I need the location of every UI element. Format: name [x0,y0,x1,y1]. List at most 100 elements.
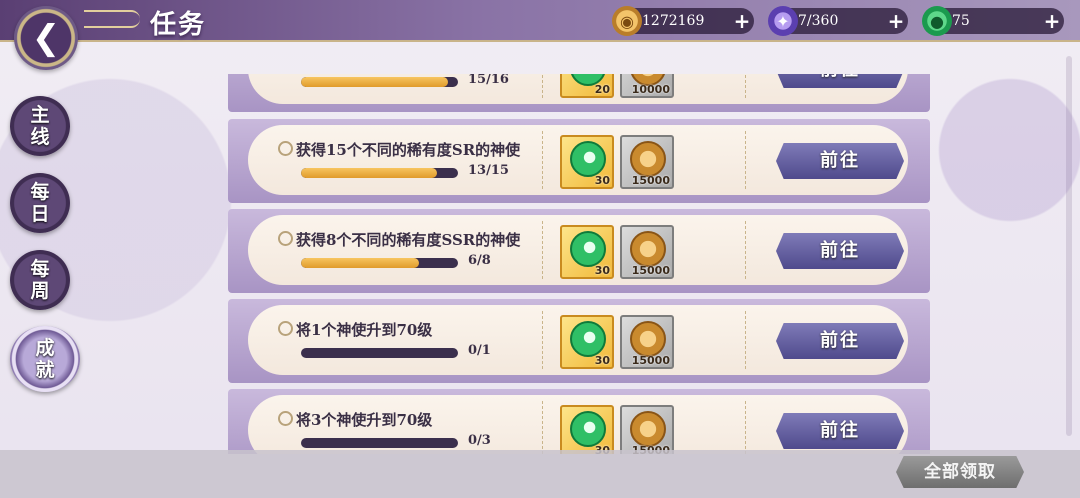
reward-qty: 30 [594,354,610,367]
scrollbar[interactable] [1066,56,1072,436]
reward-qty: 20 [594,83,610,96]
coin-icon [630,321,666,357]
sidebar-label-2: 周 [30,280,50,302]
task-row: 获得15个不同的稀有度SR的神使 13/15 30 15000 前往 [228,119,930,203]
sidebar-item-weekly[interactable]: 每 周 [10,250,70,310]
back-arrow-icon: ❮ [31,18,61,58]
divider [745,311,746,369]
task-card: 获得15个不同的稀有度SR的神使 13/15 30 15000 前往 [248,125,908,195]
stamina-value: 7/360 [798,13,839,29]
reward-jade[interactable]: 30 [560,225,614,279]
task-description: 获得8个不同的稀有度SSR的神使 [296,231,521,249]
sidebar-item-achievement[interactable]: 成 就 [10,326,80,392]
jade-icon [570,141,606,177]
divider [745,74,746,98]
task-list[interactable]: 15/16 20 10000 前往 获得15个不同的稀有度SR的神使 [228,74,930,454]
top-bar: 任务 ◉ 1272169 + ✦ 7/360 + ● 75 + [0,0,1080,42]
divider [542,311,543,369]
jade-counter: ● 75 + [922,6,1064,36]
sidebar-label-1: 主 [30,104,50,126]
page-title: 任务 [150,10,207,40]
task-progress-fill [301,258,419,268]
jade-icon [570,321,606,357]
back-button[interactable]: ❮ [14,6,78,70]
reward-qty: 15000 [631,174,670,187]
reward-coin[interactable]: 15000 [620,225,674,279]
task-status-icon [278,231,293,246]
divider [745,221,746,279]
sidebar-label-2: 日 [30,203,50,225]
jade-value: 75 [952,13,970,29]
task-progress-bar [301,168,458,178]
task-progress-text: 6/8 [468,253,491,268]
task-status-icon [278,141,293,156]
reward-qty: 15000 [631,264,670,277]
reward-jade[interactable]: 30 [560,405,614,454]
task-row: 15/16 20 10000 前往 [228,74,930,112]
reward-jade[interactable]: 20 [560,74,614,98]
stamina-counter: ✦ 7/360 + [768,6,908,36]
reward-qty: 30 [594,264,610,277]
sidebar-label-2: 就 [35,359,55,381]
task-card: 将3个神使升到70级 0/3 30 15000 前往 [248,395,908,454]
coin-value: 1272169 [642,13,705,29]
task-card: 15/16 20 10000 前往 [248,74,908,104]
coin-icon [630,141,666,177]
task-description: 获得15个不同的稀有度SR的神使 [296,141,521,159]
go-button[interactable]: 前往 [776,74,904,88]
coin-counter: ◉ 1272169 + [612,6,754,36]
task-description: 将3个神使升到70级 [296,411,433,429]
task-progress-text: 13/15 [468,163,509,178]
add-coin-button[interactable]: + [732,11,752,31]
sidebar-label-1: 每 [30,258,50,280]
divider [542,221,543,279]
reward-coin[interactable]: 15000 [620,405,674,454]
go-button[interactable]: 前往 [776,233,904,269]
reward-coin[interactable]: 10000 [620,74,674,98]
task-row: 将3个神使升到70级 0/3 30 15000 前往 [228,389,930,454]
go-button[interactable]: 前往 [776,323,904,359]
task-row: 获得8个不同的稀有度SSR的神使 6/8 30 15000 前往 [228,209,930,293]
jade-icon: ● [922,6,952,36]
sidebar-label-2: 线 [30,126,50,148]
go-button[interactable]: 前往 [776,413,904,449]
task-card: 获得8个不同的稀有度SSR的神使 6/8 30 15000 前往 [248,215,908,285]
coin-icon: ◉ [612,6,642,36]
sidebar-label-1: 每 [30,181,50,203]
task-progress-bar [301,348,458,358]
claim-all-button[interactable]: 全部领取 [896,456,1024,488]
reward-jade[interactable]: 30 [560,315,614,369]
task-status-icon [278,411,293,426]
sidebar-item-main-quest[interactable]: 主 线 [10,96,70,156]
task-progress-text: 0/1 [468,343,491,358]
reward-qty: 30 [594,174,610,187]
task-progress-fill [301,77,449,87]
coin-icon [630,231,666,267]
task-progress-text: 0/3 [468,433,491,448]
reward-coin[interactable]: 15000 [620,135,674,189]
task-row: 将1个神使升到70级 0/1 30 15000 前往 [228,299,930,383]
divider [542,131,543,189]
add-jade-button[interactable]: + [1042,11,1062,31]
task-progress-bar [301,77,458,87]
task-progress-bar [301,438,458,448]
task-progress-fill [301,168,438,178]
divider [542,74,543,98]
reward-qty: 10000 [631,83,670,96]
add-stamina-button[interactable]: + [886,11,906,31]
title-decoration [84,10,140,28]
task-progress-bar [301,258,458,268]
task-status-icon [278,321,293,336]
coin-icon [630,411,666,447]
jade-icon [570,231,606,267]
jade-icon [570,411,606,447]
divider [745,131,746,189]
task-progress-text: 15/16 [468,74,509,87]
reward-qty: 15000 [631,354,670,367]
sidebar-item-daily[interactable]: 每 日 [10,173,70,233]
task-card: 将1个神使升到70级 0/1 30 15000 前往 [248,305,908,375]
reward-jade[interactable]: 30 [560,135,614,189]
go-button[interactable]: 前往 [776,143,904,179]
reward-coin[interactable]: 15000 [620,315,674,369]
stamina-flame-icon: ✦ [768,6,798,36]
